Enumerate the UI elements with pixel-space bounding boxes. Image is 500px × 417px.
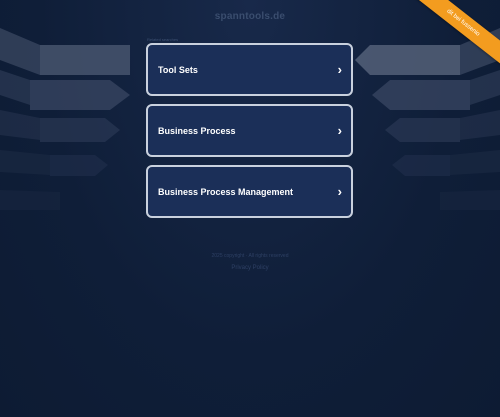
related-link-label: Tool Sets (158, 64, 198, 75)
privacy-policy-link[interactable]: Privacy Policy (0, 265, 500, 271)
related-link-business-process-management[interactable]: Business Process Management › (146, 165, 353, 218)
chevron-right-icon: › (337, 123, 342, 138)
parked-domain-page: spanntools.de dit bei fussenio Related s… (0, 0, 500, 417)
related-link-tool-sets[interactable]: Tool Sets › (146, 43, 353, 96)
related-link-label: Business Process Management (158, 186, 294, 197)
related-link-business-process[interactable]: Business Process › (146, 104, 353, 157)
related-searches-caption: Related searches (147, 37, 179, 42)
chevron-right-icon: › (337, 62, 342, 77)
chevron-right-icon: › (337, 184, 342, 199)
related-link-label: Business Process (158, 125, 236, 136)
related-links-list: Tool Sets › Business Process › Business … (146, 43, 354, 226)
domain-title: spanntools.de (214, 11, 286, 22)
footer-copyright: 2025 copyright · All rights reserved (211, 253, 289, 259)
